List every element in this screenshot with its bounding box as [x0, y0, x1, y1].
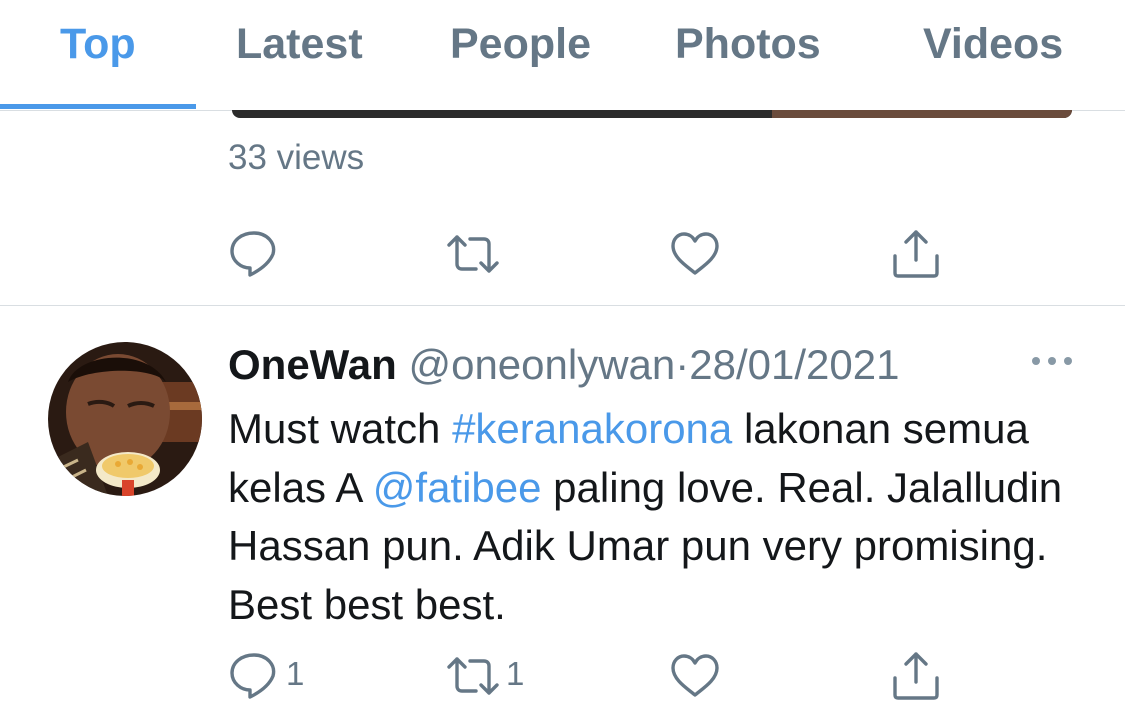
tweet-header: OneWan @oneonlywan·28/01/2021 — [228, 340, 899, 390]
previous-tweet-media[interactable] — [232, 110, 1072, 118]
tweet-divider — [0, 305, 1125, 306]
like-button[interactable] — [667, 226, 727, 282]
tab-photos[interactable]: Photos — [675, 18, 821, 70]
display-name[interactable]: OneWan — [228, 341, 397, 388]
share-icon — [893, 230, 939, 278]
tweet-date[interactable]: 28/01/2021 — [689, 341, 899, 388]
reply-icon — [230, 653, 276, 699]
mention-link[interactable]: @fatibee — [373, 464, 542, 511]
share-icon — [893, 652, 939, 700]
reply-button[interactable] — [226, 648, 286, 704]
user-handle[interactable]: @oneonlywan — [408, 341, 675, 388]
like-button[interactable] — [667, 648, 727, 704]
more-options-button[interactable] — [1028, 347, 1076, 375]
heart-icon — [671, 654, 719, 697]
retweet-button[interactable] — [445, 226, 505, 282]
reply-count: 1 — [286, 655, 305, 692]
tab-people[interactable]: People — [450, 18, 591, 70]
reply-icon — [230, 231, 276, 277]
search-tab-bar: Top Latest People Photos Videos — [0, 0, 1125, 111]
tab-latest[interactable]: Latest — [236, 18, 363, 70]
hashtag-link[interactable]: #keranakorona — [452, 405, 732, 452]
heart-icon — [671, 232, 719, 275]
header-separator: · — [675, 341, 690, 388]
tab-top[interactable]: Top — [60, 18, 136, 70]
retweet-button[interactable] — [445, 648, 505, 704]
retweet-icon — [447, 235, 499, 273]
retweet-count: 1 — [506, 655, 525, 692]
tweet-text-segment: Must watch — [228, 405, 453, 452]
active-tab-indicator — [0, 104, 196, 109]
tweet-body: Must watch #keranakorona lakonan semua k… — [228, 400, 1108, 634]
share-button[interactable] — [888, 648, 948, 704]
avatar[interactable] — [48, 342, 202, 496]
more-options-icon — [1032, 357, 1072, 365]
tab-videos[interactable]: Videos — [923, 18, 1063, 70]
retweet-icon — [447, 657, 499, 695]
view-count: 33 views — [228, 138, 365, 177]
share-button[interactable] — [888, 226, 948, 282]
reply-button[interactable] — [226, 226, 286, 282]
